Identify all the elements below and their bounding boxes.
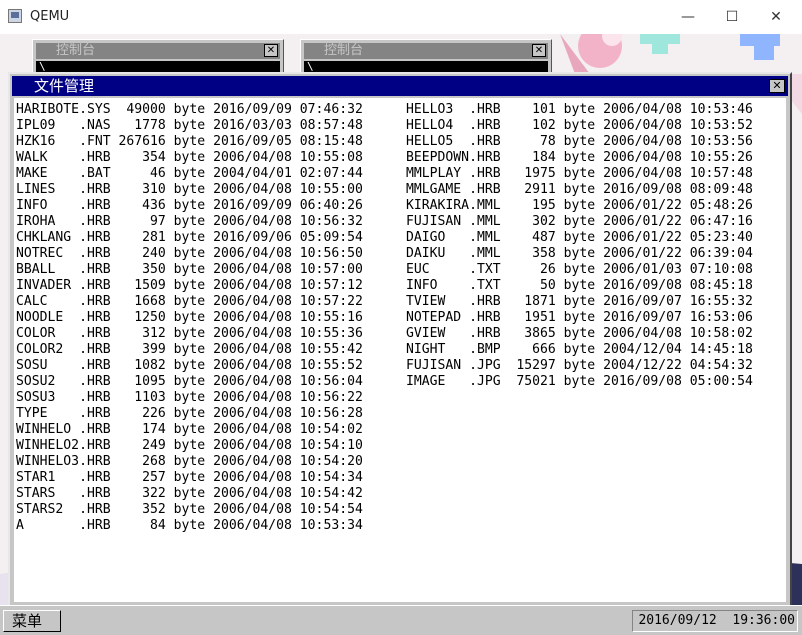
console-title-bar: 控制台 ✕ — [304, 43, 548, 59]
file-entry: MMLGAME .HRB 2911 byte 2016/09/08 08:09:… — [406, 182, 753, 197]
file-entry: NOODLE .HRB 1250 byte 2006/04/08 10:55:1… — [16, 310, 363, 325]
file-entry: STARS2 .HRB 352 byte 2006/04/08 10:54:54 — [16, 502, 363, 517]
file-entry: COLOR .HRB 312 byte 2006/04/08 10:55:36 — [16, 326, 363, 341]
minimize-button[interactable]: — — [668, 6, 708, 28]
console-title-bar: 控制台 ✕ — [36, 43, 280, 59]
file-entry: HELLO4 .HRB 102 byte 2006/04/08 10:53:52 — [406, 118, 753, 133]
host-window-title: QEMU — [30, 9, 70, 24]
file-entry: STARS .HRB 322 byte 2006/04/08 10:54:42 — [16, 486, 363, 501]
file-entry: MMLPLAY .HRB 1975 byte 2006/04/08 10:57:… — [406, 166, 753, 181]
file-entry: BEEPDOWN.HRB 184 byte 2006/04/08 10:55:2… — [406, 150, 753, 165]
file-entry: A .HRB 84 byte 2006/04/08 10:53:34 — [16, 518, 363, 533]
file-entry: INFO .HRB 436 byte 2016/09/09 06:40:26 — [16, 198, 363, 213]
clock-panel: 2016/09/12 19:36:00 — [632, 610, 798, 632]
file-entry: HELLO3 .HRB 101 byte 2006/04/08 10:53:46 — [406, 102, 753, 117]
file-manager-title: 文件管理 — [34, 77, 95, 95]
console-close-button[interactable]: ✕ — [532, 44, 546, 57]
file-entry: WINHELO2.HRB 249 byte 2006/04/08 10:54:1… — [16, 438, 363, 453]
file-manager-title-bar[interactable]: 文件管理 ✕ — [12, 76, 788, 96]
file-entry: SOSU3 .HRB 1103 byte 2006/04/08 10:56:22 — [16, 390, 363, 405]
file-entry: HZK16 .FNT 267616 byte 2016/09/05 08:15:… — [16, 134, 363, 149]
file-list: HARIBOTE.SYS 49000 byte 2016/09/09 07:46… — [14, 98, 786, 602]
file-entry: IMAGE .JPG 75021 byte 2016/09/08 05:00:5… — [406, 374, 753, 389]
file-entry: CHKLANG .HRB 281 byte 2016/09/06 05:09:5… — [16, 230, 363, 245]
file-entry: COLOR2 .HRB 399 byte 2006/04/08 10:55:42 — [16, 342, 363, 357]
file-entry: LINES .HRB 310 byte 2006/04/08 10:55:00 — [16, 182, 363, 197]
file-entry: FUJISAN .MML 302 byte 2006/01/22 06:47:1… — [406, 214, 753, 229]
file-entry: STAR1 .HRB 257 byte 2006/04/08 10:54:34 — [16, 470, 363, 485]
file-entry: TYPE .HRB 226 byte 2006/04/08 10:56:28 — [16, 406, 363, 421]
file-manager-close-button[interactable]: ✕ — [769, 79, 785, 93]
file-entry: SOSU2 .HRB 1095 byte 2006/04/08 10:56:04 — [16, 374, 363, 389]
file-entry: WINHELO .HRB 174 byte 2006/04/08 10:54:0… — [16, 422, 363, 437]
console-title: 控制台 — [56, 43, 96, 58]
file-list-column-right: HELLO3 .HRB 101 byte 2006/04/08 10:53:46… — [406, 102, 753, 390]
file-manager-window[interactable]: 文件管理 ✕ HARIBOTE.SYS 49000 byte 2016/09/0… — [8, 72, 792, 608]
guest-screen: 控制台 ✕ \ 控制台 ✕ \ 文件管理 ✕ HARIBOTE.SYS 4900… — [0, 34, 802, 635]
file-list-column-left: HARIBOTE.SYS 49000 byte 2016/09/09 07:46… — [16, 102, 363, 534]
taskbar: 菜单 2016/09/12 19:36:00 — [0, 605, 802, 635]
file-entry: NOTREC .HRB 240 byte 2006/04/08 10:56:50 — [16, 246, 363, 261]
file-entry: CALC .HRB 1668 byte 2006/04/08 10:57:22 — [16, 294, 363, 309]
file-entry: WALK .HRB 354 byte 2006/04/08 10:55:08 — [16, 150, 363, 165]
file-entry: MAKE .BAT 46 byte 2004/04/01 02:07:44 — [16, 166, 363, 181]
file-entry: GVIEW .HRB 3865 byte 2006/04/08 10:58:02 — [406, 326, 753, 341]
file-entry: FUJISAN .JPG 15297 byte 2004/12/22 04:54… — [406, 358, 753, 373]
file-entry: WINHELO3.HRB 268 byte 2006/04/08 10:54:2… — [16, 454, 363, 469]
file-entry: IPL09 .NAS 1778 byte 2016/03/03 08:57:48 — [16, 118, 363, 133]
file-entry: NOTEPAD .HRB 1951 byte 2016/09/07 16:53:… — [406, 310, 753, 325]
menu-button[interactable]: 菜单 — [3, 610, 61, 632]
file-entry: HELLO5 .HRB 78 byte 2006/04/08 10:53:56 — [406, 134, 753, 149]
qemu-app-icon — [8, 9, 22, 23]
console-close-button[interactable]: ✕ — [264, 44, 278, 57]
file-entry: INFO .TXT 50 byte 2016/09/08 08:45:18 — [406, 278, 753, 293]
maximize-button[interactable]: ☐ — [712, 6, 752, 28]
file-entry: INVADER .HRB 1509 byte 2006/04/08 10:57:… — [16, 278, 363, 293]
file-entry: NIGHT .BMP 666 byte 2004/12/04 14:45:18 — [406, 342, 753, 357]
file-entry: TVIEW .HRB 1871 byte 2016/09/07 16:55:32 — [406, 294, 753, 309]
file-entry: DAIKU .MML 358 byte 2006/01/22 06:39:04 — [406, 246, 753, 261]
file-entry: BBALL .HRB 350 byte 2006/04/08 10:57:00 — [16, 262, 363, 277]
file-entry: SOSU .HRB 1082 byte 2006/04/08 10:55:52 — [16, 358, 363, 373]
clock: 2016/09/12 19:36:00 — [638, 613, 795, 628]
console-title: 控制台 — [324, 43, 364, 58]
host-title-bar: QEMU — ☐ ✕ — [0, 0, 802, 34]
file-entry: EUC .TXT 26 byte 2006/01/03 07:10:08 — [406, 262, 753, 277]
file-entry: KIRAKIRA.MML 195 byte 2006/01/22 05:48:2… — [406, 198, 753, 213]
close-button[interactable]: ✕ — [756, 6, 796, 28]
file-entry: DAIGO .MML 487 byte 2006/01/22 05:23:40 — [406, 230, 753, 245]
file-entry: IROHA .HRB 97 byte 2006/04/08 10:56:32 — [16, 214, 363, 229]
file-entry: HARIBOTE.SYS 49000 byte 2016/09/09 07:46… — [16, 102, 363, 117]
